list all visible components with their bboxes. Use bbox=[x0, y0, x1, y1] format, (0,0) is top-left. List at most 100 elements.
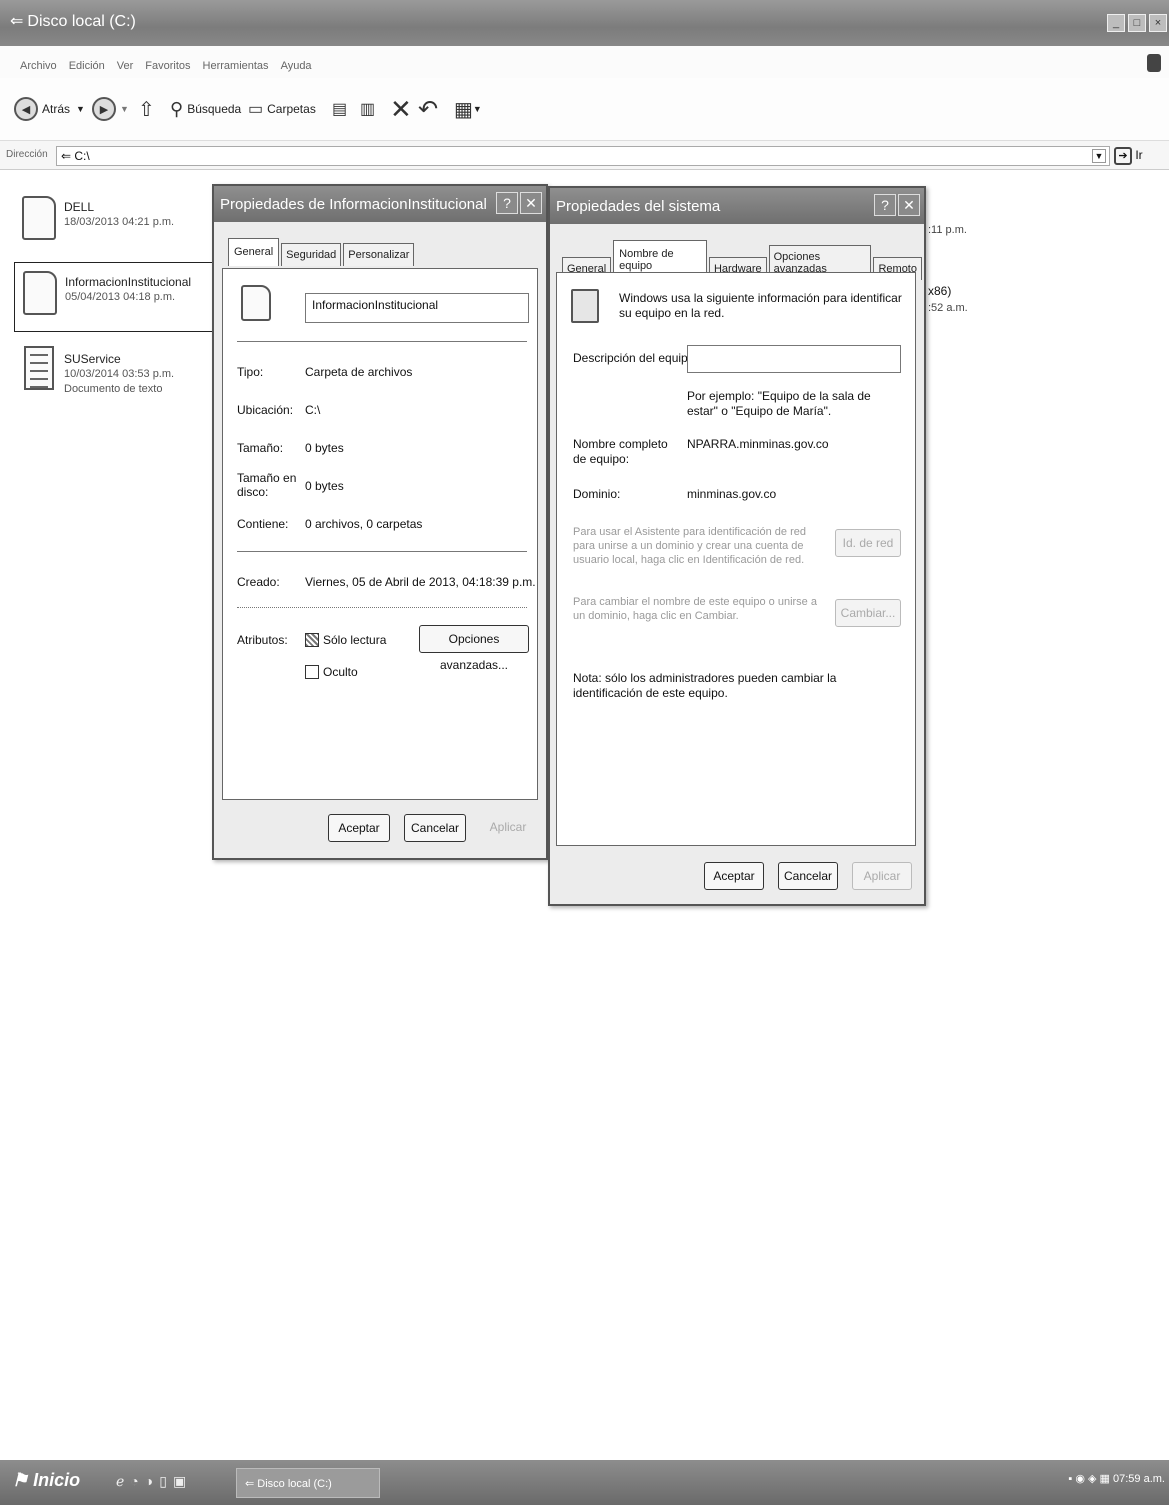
document-icon[interactable]: ▣ bbox=[173, 1473, 192, 1489]
move-to-button[interactable]: ▤ bbox=[332, 92, 347, 126]
folder-small-icon[interactable]: ▯ bbox=[159, 1473, 173, 1489]
tray-security-icon[interactable]: ◈ bbox=[1088, 1473, 1096, 1485]
close-button[interactable]: ✕ bbox=[898, 194, 920, 216]
hidden-file-date: :11 p.m. bbox=[928, 224, 967, 236]
up-folder-button[interactable]: ⇧ bbox=[138, 92, 155, 126]
copy-to-button[interactable]: ▥ bbox=[360, 92, 375, 126]
forward-button[interactable]: ▶ ▼ bbox=[92, 92, 129, 126]
size-label: Tamaño: bbox=[237, 441, 284, 455]
window-titlebar[interactable]: ⇐ Disco local (C:) _ □ × bbox=[0, 0, 1169, 46]
tab-seguridad[interactable]: Seguridad bbox=[281, 243, 342, 266]
dialog-titlebar[interactable]: Propiedades de InformacionInstitucional … bbox=[214, 186, 546, 222]
address-input[interactable]: ⇐ C:\ bbox=[56, 146, 1110, 166]
folder-properties-dialog: Propiedades de InformacionInstitucional … bbox=[212, 184, 548, 860]
address-dropdown-icon[interactable]: ▼ bbox=[1092, 149, 1106, 163]
close-button[interactable]: × bbox=[1149, 14, 1167, 32]
file-type: Documento de texto bbox=[64, 383, 163, 395]
folders-icon: ▭ bbox=[248, 101, 264, 118]
menu-archivo[interactable]: Archivo bbox=[14, 60, 63, 72]
help-button[interactable]: ? bbox=[874, 194, 896, 216]
back-button[interactable]: ◀ Atrás ▼ bbox=[14, 92, 85, 126]
apply-button[interactable]: Aplicar bbox=[480, 814, 536, 842]
file-item-suservice[interactable]: SUService 10/03/2014 03:53 p.m. Document… bbox=[14, 340, 214, 410]
file-item-informacioninstitucional[interactable]: InformacionInstitucional 05/04/2013 04:1… bbox=[14, 262, 214, 332]
start-button[interactable]: ⚑ Inicio bbox=[12, 1470, 80, 1491]
contains-value: 0 archivos, 0 carpetas bbox=[305, 517, 423, 531]
address-label: Dirección bbox=[6, 149, 48, 160]
cancel-button[interactable]: Cancelar bbox=[404, 814, 466, 842]
network-id-button[interactable]: Id. de red bbox=[835, 529, 901, 557]
delete-button[interactable]: ✕ bbox=[390, 92, 412, 126]
folders-button[interactable]: ▭ Carpetas bbox=[248, 92, 316, 126]
divider bbox=[237, 607, 527, 608]
readonly-label: Sólo lectura bbox=[323, 633, 387, 647]
menu-bar: Archivo Edición Ver Favoritos Herramientas Ay… bbox=[0, 46, 1169, 78]
ok-button[interactable]: Aceptar bbox=[704, 862, 764, 890]
back-dropdown-icon: ▼ bbox=[76, 104, 85, 114]
address-value: C:\ bbox=[74, 149, 90, 163]
undo-icon: ↶ bbox=[418, 95, 439, 123]
folder-icon bbox=[22, 196, 56, 240]
disk-size-label: Tamaño en disco: bbox=[237, 471, 297, 499]
app-icon[interactable]: ◔ bbox=[130, 1473, 144, 1489]
tray-volume-icon[interactable]: ◉ bbox=[1075, 1473, 1085, 1485]
taskbar-item-label: Disco local (C:) bbox=[257, 1478, 332, 1490]
taskbar-item-disco-local[interactable]: ⇐ Disco local (C:) bbox=[236, 1468, 380, 1498]
readonly-checkbox[interactable] bbox=[305, 633, 319, 647]
fullname-value: NPARRA.minminas.gov.co bbox=[687, 437, 829, 451]
menu-herramientas[interactable]: Herramientas bbox=[197, 60, 275, 72]
system-properties-dialog: Propiedades del sistema ? ✕ General Nomb… bbox=[548, 186, 926, 906]
advanced-options-button[interactable]: Opciones avanzadas... bbox=[419, 625, 529, 672]
dialog-title: Propiedades del sistema bbox=[556, 198, 721, 215]
description-input[interactable] bbox=[687, 345, 901, 373]
media-icon[interactable]: ◑ bbox=[145, 1473, 159, 1489]
menu-edicion[interactable]: Edición bbox=[63, 60, 111, 72]
change-button[interactable]: Cambiar... bbox=[835, 599, 901, 627]
dialog-title: Propiedades de InformacionInstitucional bbox=[220, 196, 487, 213]
file-name: SUService bbox=[64, 352, 121, 366]
views-button[interactable]: ▦ ▼ bbox=[454, 92, 482, 126]
menu-ver[interactable]: Ver bbox=[111, 60, 140, 72]
browser-icon[interactable]: ℯ bbox=[116, 1473, 130, 1489]
drive-small-icon: ⇐ bbox=[245, 1478, 258, 1490]
delete-icon: ✕ bbox=[390, 93, 412, 124]
folder-name-input[interactable]: InformacionInstitucional bbox=[305, 293, 529, 323]
views-dropdown-icon: ▼ bbox=[472, 104, 482, 114]
size-value: 0 bytes bbox=[305, 441, 344, 455]
created-value: Viernes, 05 de Abril de 2013, 04:18:39 p… bbox=[305, 575, 536, 589]
type-label: Tipo: bbox=[237, 365, 264, 379]
tray-app-icon[interactable]: ▦ bbox=[1100, 1473, 1110, 1485]
dialog-titlebar[interactable]: Propiedades del sistema ? ✕ bbox=[550, 188, 924, 224]
cancel-button[interactable]: Cancelar bbox=[778, 862, 838, 890]
apply-button[interactable]: Aplicar bbox=[852, 862, 912, 890]
maximize-button[interactable]: □ bbox=[1128, 14, 1146, 32]
close-button[interactable]: ✕ bbox=[520, 192, 542, 214]
forward-dropdown-icon: ▼ bbox=[120, 104, 129, 114]
file-item-dell[interactable]: DELL 18/03/2013 04:21 p.m. bbox=[14, 188, 214, 258]
created-label: Creado: bbox=[237, 575, 280, 589]
tab-general[interactable]: General bbox=[228, 238, 280, 266]
folders-label: Carpetas bbox=[267, 102, 316, 116]
menu-ayuda[interactable]: Ayuda bbox=[275, 60, 318, 72]
search-button[interactable]: ⚲ Búsqueda bbox=[170, 92, 241, 126]
go-button[interactable]: ➔ Ir bbox=[1114, 147, 1143, 165]
toolbar: ◀ Atrás ▼ ▶ ▼ ⇧ ⚲ Búsqueda ▭ Carpetas ▤ … bbox=[0, 78, 1169, 140]
hidden-file-name: x86) bbox=[928, 284, 952, 298]
hidden-checkbox[interactable] bbox=[305, 665, 319, 679]
ok-button[interactable]: Aceptar bbox=[328, 814, 390, 842]
attributes-label: Atributos: bbox=[237, 633, 288, 647]
views-icon: ▦ bbox=[454, 98, 473, 121]
text-document-icon bbox=[24, 346, 54, 390]
tray-network-icon[interactable]: ▪ bbox=[1068, 1473, 1072, 1485]
undo-button[interactable]: ↶ bbox=[418, 92, 438, 126]
tab-personalizar[interactable]: Personalizar bbox=[343, 243, 415, 266]
minimize-button[interactable]: _ bbox=[1107, 14, 1125, 32]
help-button[interactable]: ? bbox=[496, 192, 518, 214]
move-to-icon: ▤ bbox=[332, 101, 348, 118]
folder-name-value: InformacionInstitucional bbox=[312, 298, 439, 312]
taskbar: ⚑ Inicio ℯ◔◑▯▣ ⇐ Disco local (C:) ▪ ◉ ◈ … bbox=[0, 1460, 1169, 1505]
menu-favoritos[interactable]: Favoritos bbox=[139, 60, 196, 72]
up-folder-icon: ⇧ bbox=[138, 98, 155, 121]
clock[interactable]: 07:59 a.m. bbox=[1113, 1473, 1165, 1485]
description-label: Descripción del equipo: bbox=[573, 351, 698, 365]
